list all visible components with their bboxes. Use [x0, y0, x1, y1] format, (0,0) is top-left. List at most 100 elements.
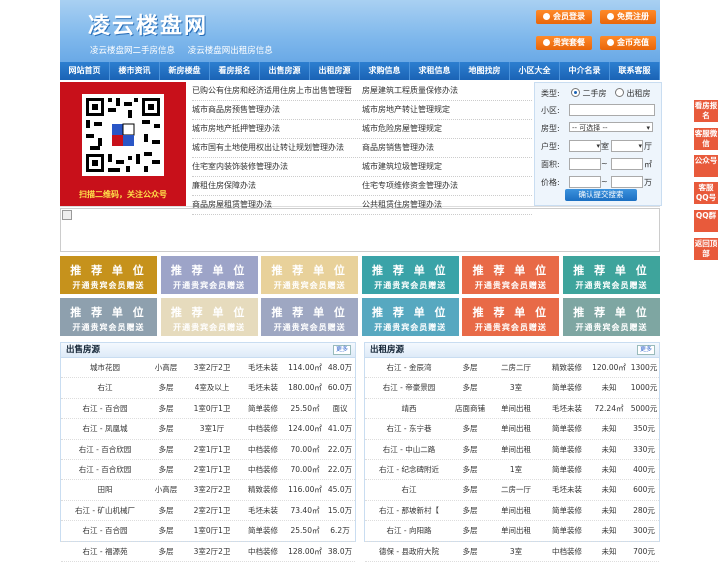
table-cell[interactable]: 右江 - 金辰湾: [365, 358, 453, 377]
table-cell[interactable]: 城市花园: [61, 358, 149, 377]
coin-recharge-button[interactable]: 金币充值: [600, 36, 656, 50]
table-cell[interactable]: 右江 - 百合欣园: [61, 460, 149, 479]
float-viewing-signup[interactable]: 看房报名: [694, 100, 718, 122]
room-select[interactable]: ▾: [569, 140, 601, 152]
table-row[interactable]: 右江 - 中山二路 多层 单间出租 简单装修 未知 330元: [365, 440, 659, 460]
table-cell[interactable]: 右江 - 凤凰城: [61, 419, 149, 438]
recommended-unit-ad[interactable]: 推 荐 单 位开通贵宾会员赠送: [60, 298, 157, 336]
rent-more-button[interactable]: 更多: [636, 345, 655, 355]
house-type-select[interactable]: -- 可选择 -- ▾: [569, 122, 653, 132]
table-cell[interactable]: 右江 - 百合欣园: [61, 440, 149, 459]
table-cell[interactable]: 右江 - 帝豪景园: [365, 378, 453, 397]
table-row[interactable]: 德保 - 县政府大院 多层 3室 中档装修 未知 700元: [365, 542, 659, 562]
type-rental[interactable]: 出租房: [615, 88, 651, 99]
nav-map-search[interactable]: 地图找房: [460, 62, 510, 80]
table-cell[interactable]: 右江 - 福源苑: [61, 542, 149, 561]
table-row[interactable]: 右江 - 百合园 多层 1室0厅1卫 简单装修 25.50㎡ 6.2万: [61, 521, 355, 542]
policy-link[interactable]: 城市国有土地使用权出让转让规划管理办法: [192, 139, 362, 157]
recommended-unit-ad[interactable]: 推 荐 单 位开通贵宾会员赠送: [462, 256, 560, 294]
table-cell[interactable]: 右江 - 向阳路: [365, 521, 453, 540]
search-submit-button[interactable]: 确认提交搜索: [565, 189, 637, 201]
vip-package-button[interactable]: 贵宾套餐: [536, 36, 592, 50]
table-cell[interactable]: 右江: [61, 378, 149, 397]
table-cell[interactable]: 靖西: [365, 399, 453, 418]
table-row[interactable]: 右江 - 金辰湾 多层 二房二厅 精致装修 120.00㎡ 1300元: [365, 358, 659, 379]
table-row[interactable]: 右江 - 百合园 多层 1室0厅1卫 简单装修 25.50㎡ 面议: [61, 399, 355, 420]
radio-selected-icon[interactable]: [571, 88, 580, 97]
table-row[interactable]: 右江 - 帝豪景园 多层 3室 简单装修 未知 1000元: [365, 378, 659, 399]
site-logo[interactable]: 凌云楼盘网: [88, 8, 208, 40]
nav-communities[interactable]: 小区大全: [510, 62, 560, 80]
recommended-unit-ad[interactable]: 推 荐 单 位开通贵宾会员赠送: [160, 256, 258, 294]
float-back-to-top[interactable]: 返回顶部: [694, 238, 718, 260]
recommended-unit-ad[interactable]: 推 荐 单 位开通贵宾会员赠送: [160, 298, 258, 336]
table-cell[interactable]: 右江 - 那坡新村【: [365, 501, 453, 520]
recommended-unit-ad[interactable]: 推 荐 单 位开通贵宾会员赠送: [261, 256, 359, 294]
recommended-unit-ad[interactable]: 推 荐 单 位开通贵宾会员赠送: [361, 298, 459, 336]
policy-link[interactable]: 城市商品房预售管理办法: [192, 101, 362, 119]
nav-home[interactable]: 网站首页: [60, 62, 110, 80]
table-row[interactable]: 右江 - 百合欣园 多层 2室1厅1卫 中档装修 70.00㎡ 22.0万: [61, 440, 355, 460]
recommended-unit-ad[interactable]: 推 荐 单 位开通贵宾会员赠送: [462, 298, 560, 336]
recommended-unit-ad[interactable]: 推 荐 单 位开通贵宾会员赠送: [563, 298, 660, 336]
table-cell[interactable]: 右江 - 纪念碑附近: [365, 460, 453, 479]
nav-for-sale[interactable]: 出售房源: [260, 62, 310, 80]
community-input[interactable]: [569, 104, 655, 116]
area-min-input[interactable]: [569, 158, 601, 170]
register-button[interactable]: 免费注册: [600, 10, 656, 24]
table-cell[interactable]: 右江 - 百合园: [61, 399, 149, 418]
price-max-input[interactable]: [611, 176, 643, 188]
table-row[interactable]: 右江 - 矿山机械厂 多层 2室2厅1卫 毛坯未装 73.40㎡ 15.0万: [61, 501, 355, 522]
table-row[interactable]: 右江 - 纪念碑附近 多层 1室 简单装修 未知 400元: [365, 460, 659, 481]
hall-select[interactable]: ▾: [611, 140, 643, 152]
recommended-unit-ad[interactable]: 推 荐 单 位开通贵宾会员赠送: [261, 298, 359, 336]
policy-link[interactable]: 商品房销售管理办法: [362, 139, 532, 157]
table-cell[interactable]: 右江 - 东宁巷: [365, 419, 453, 438]
float-qq-group[interactable]: QQ群: [694, 210, 718, 232]
nav-contact[interactable]: 联系客服: [610, 62, 660, 80]
radio-icon[interactable]: [615, 88, 624, 97]
table-row[interactable]: 右江 - 向阳路 多层 单间出租 简单装修 未知 300元: [365, 521, 659, 542]
nav-wanted-rent[interactable]: 求租信息: [410, 62, 460, 80]
nav-for-rent[interactable]: 出租房源: [310, 62, 360, 80]
nav-wanted-buy[interactable]: 求购信息: [360, 62, 410, 80]
recommended-unit-ad[interactable]: 推 荐 单 位开通贵宾会员赠送: [60, 256, 157, 294]
header-link-sale[interactable]: 凌云楼盘网二手房信息: [90, 46, 175, 56]
policy-link[interactable]: 城市房地产抵押管理办法: [192, 120, 362, 138]
table-cell[interactable]: 田阳: [61, 480, 149, 499]
table-cell[interactable]: 右江 - 矿山机械厂: [61, 501, 149, 520]
recommended-unit-ad[interactable]: 推 荐 单 位开通贵宾会员赠送: [563, 256, 660, 294]
recommended-unit-ad[interactable]: 推 荐 单 位开通贵宾会员赠送: [361, 256, 459, 294]
table-row[interactable]: 右江 多层 二房一厅 毛坯未装 未知 600元: [365, 480, 659, 501]
policy-link[interactable]: 廉租住房保障办法: [192, 177, 362, 195]
price-min-input[interactable]: [569, 176, 601, 188]
nav-viewing-signup[interactable]: 看房报名: [210, 62, 260, 80]
table-row[interactable]: 城市花园 小高层 3室2厅2卫 毛坯未装 114.00㎡ 48.0万: [61, 358, 355, 379]
banner-image[interactable]: [60, 208, 660, 252]
table-row[interactable]: 右江 - 百合欣园 多层 2室1厅1卫 中档装修 70.00㎡ 22.0万: [61, 460, 355, 481]
policy-link[interactable]: 城市建筑垃圾管理规定: [362, 158, 532, 176]
policy-link[interactable]: 已购公有住房和经济适用住房上市出售管理暂: [192, 82, 362, 100]
float-official-account[interactable]: 公众号: [694, 155, 718, 177]
table-cell[interactable]: 右江 - 中山二路: [365, 440, 453, 459]
float-qq-service[interactable]: 客服QQ号: [694, 182, 718, 204]
nav-new-homes[interactable]: 新房楼盘: [160, 62, 210, 80]
type-secondhand[interactable]: 二手房: [571, 88, 607, 99]
policy-link[interactable]: 住宅室内装饰装修管理办法: [192, 158, 362, 176]
policy-link[interactable]: 城市危险房屋管理规定: [362, 120, 532, 138]
login-button[interactable]: 会员登录: [536, 10, 592, 24]
area-max-input[interactable]: [611, 158, 643, 170]
policy-link[interactable]: 房屋建筑工程质量保修办法: [362, 82, 532, 100]
table-row[interactable]: 右江 - 福源苑 多层 3室2厅2卫 中档装修 128.00㎡ 38.0万: [61, 542, 355, 562]
sale-more-button[interactable]: 更多: [332, 345, 351, 355]
table-row[interactable]: 靖西 店面商铺 单间出租 毛坯未装 72.24㎡ 5000元: [365, 399, 659, 420]
table-row[interactable]: 右江 多层 4室及以上 毛坯未装 180.00㎡ 60.0万: [61, 378, 355, 399]
table-row[interactable]: 右江 - 那坡新村【 多层 单间出租 简单装修 未知 280元: [365, 501, 659, 522]
table-cell[interactable]: 右江 - 百合园: [61, 521, 149, 540]
table-row[interactable]: 田阳 小高层 3室2厅2卫 精致装修 116.00㎡ 45.0万: [61, 480, 355, 501]
nav-agents[interactable]: 中介名录: [560, 62, 610, 80]
nav-news[interactable]: 楼市资讯: [110, 62, 160, 80]
table-row[interactable]: 右江 - 东宁巷 多层 单间出租 简单装修 未知 350元: [365, 419, 659, 440]
float-wechat-service[interactable]: 客服微信: [694, 128, 718, 150]
table-row[interactable]: 右江 - 凤凰城 多层 3室1厅 中档装修 124.00㎡ 41.0万: [61, 419, 355, 440]
